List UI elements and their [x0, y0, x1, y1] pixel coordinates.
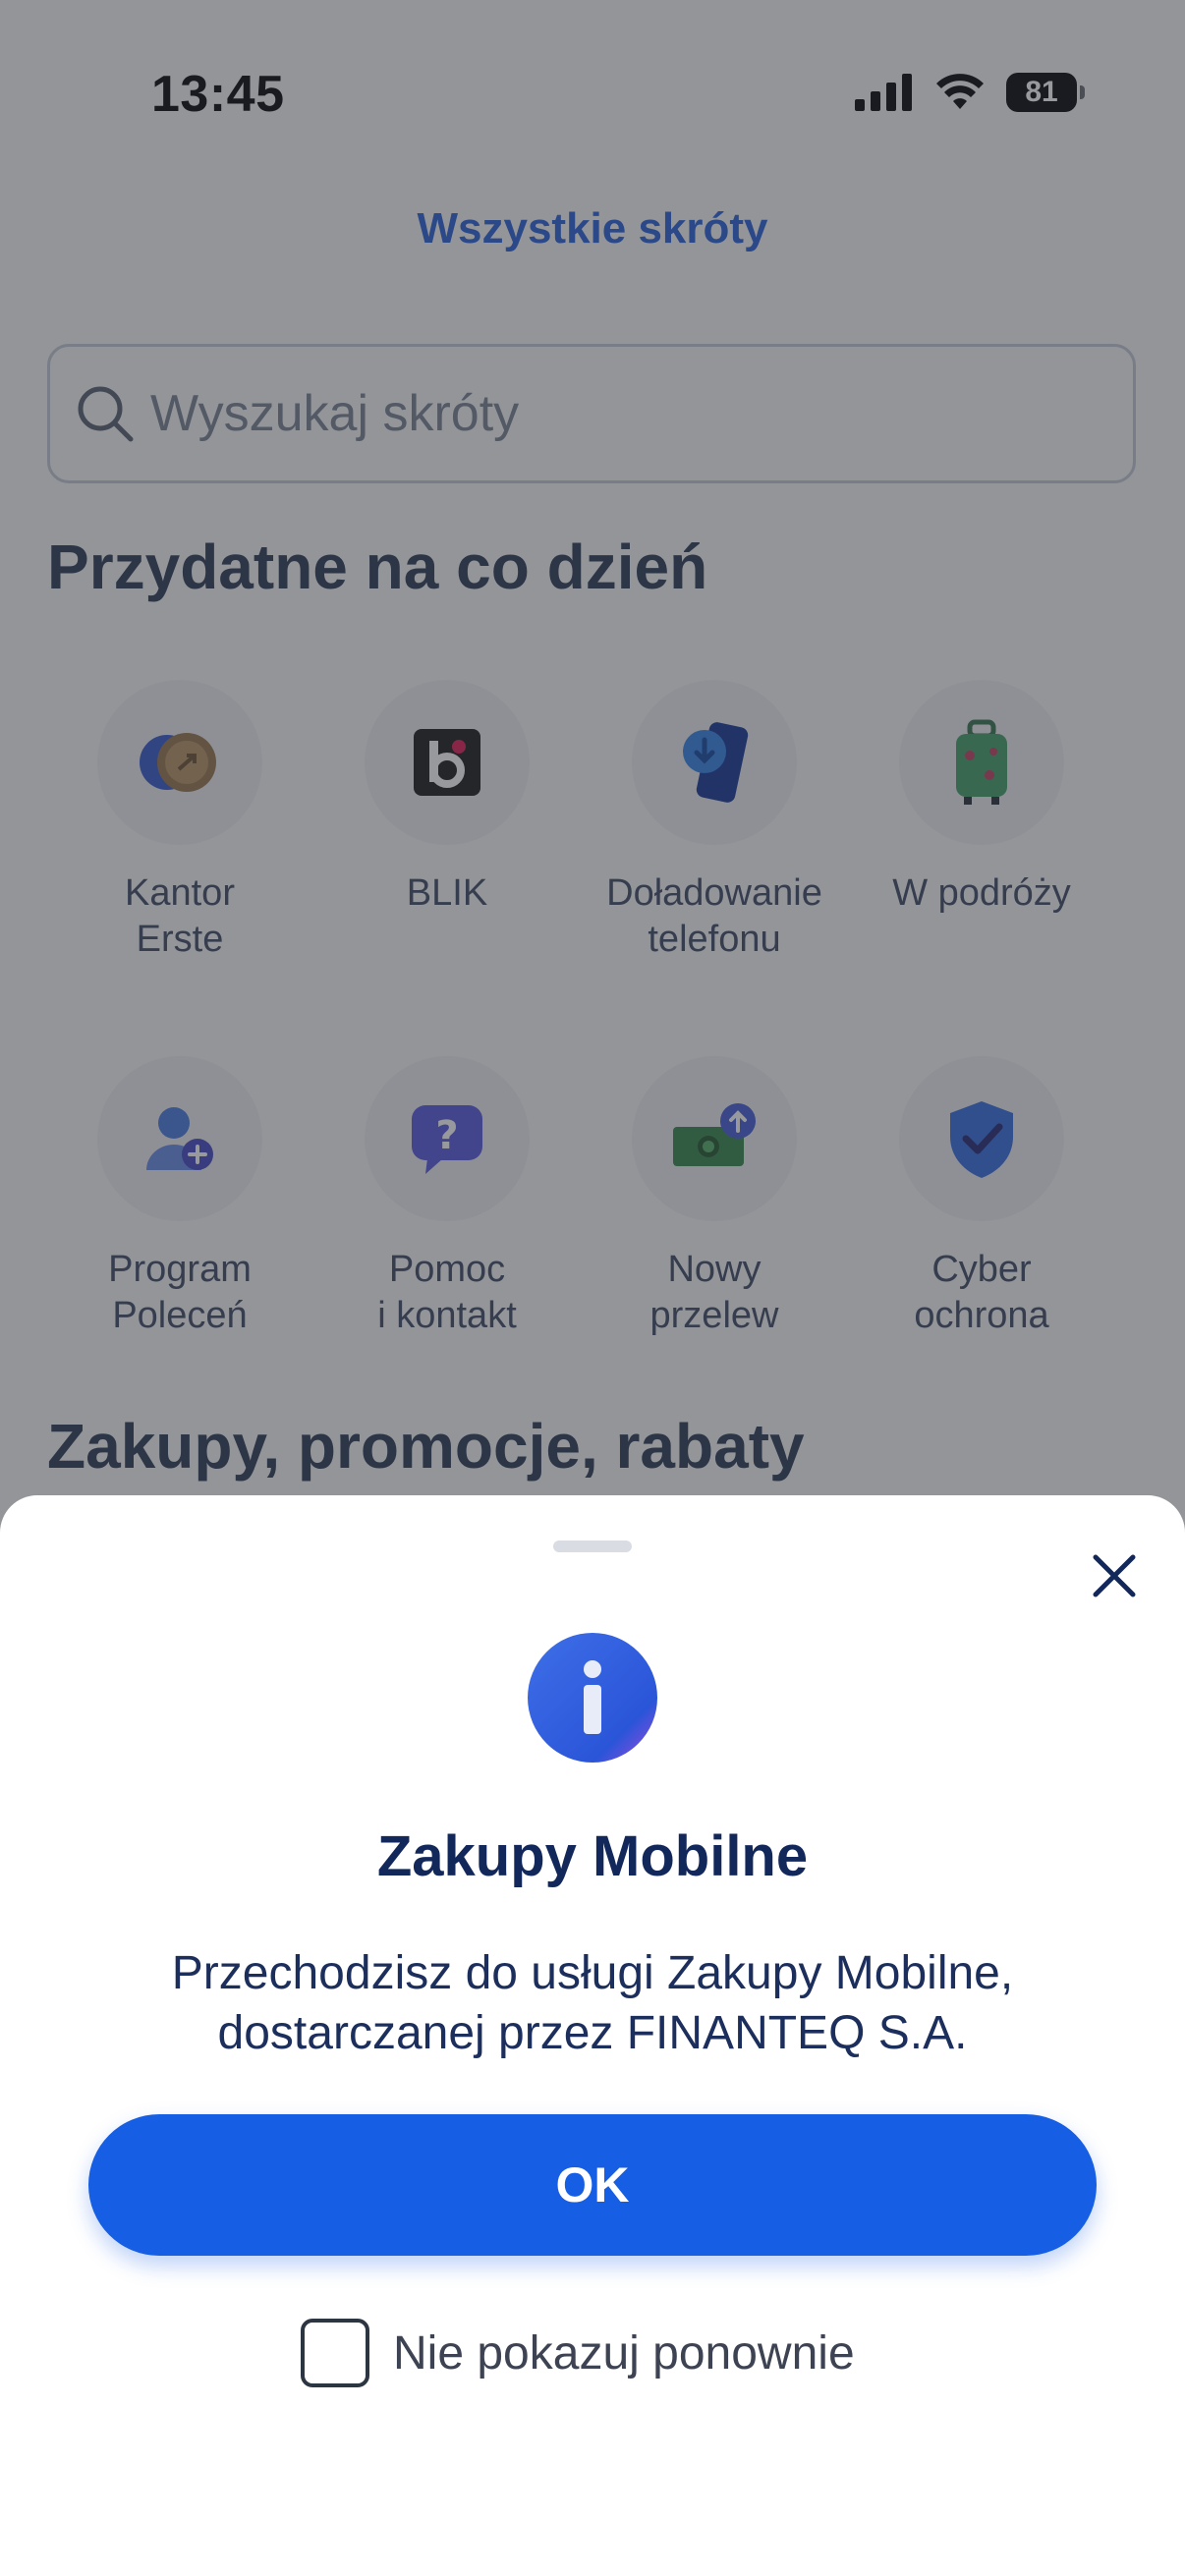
close-button[interactable] — [1081, 1542, 1148, 1609]
sheet-message: Przechodzisz do usługi Zakupy Mobilne, d… — [171, 1947, 1014, 2059]
dont-show-again-option[interactable]: Nie pokazuj ponownie — [301, 2319, 855, 2387]
ok-button[interactable]: OK — [88, 2114, 1097, 2256]
close-icon — [1093, 1554, 1136, 1597]
dont-show-again-label: Nie pokazuj ponownie — [393, 2326, 855, 2380]
sheet-title: Zakupy Mobilne — [376, 1824, 809, 1888]
info-icon — [528, 1633, 657, 1763]
dont-show-again-checkbox[interactable] — [301, 2319, 369, 2387]
sheet-grabber[interactable] — [553, 1540, 632, 1552]
info-bottom-sheet: Zakupy Mobilne Przechodzisz do usługi Za… — [0, 1495, 1185, 2576]
